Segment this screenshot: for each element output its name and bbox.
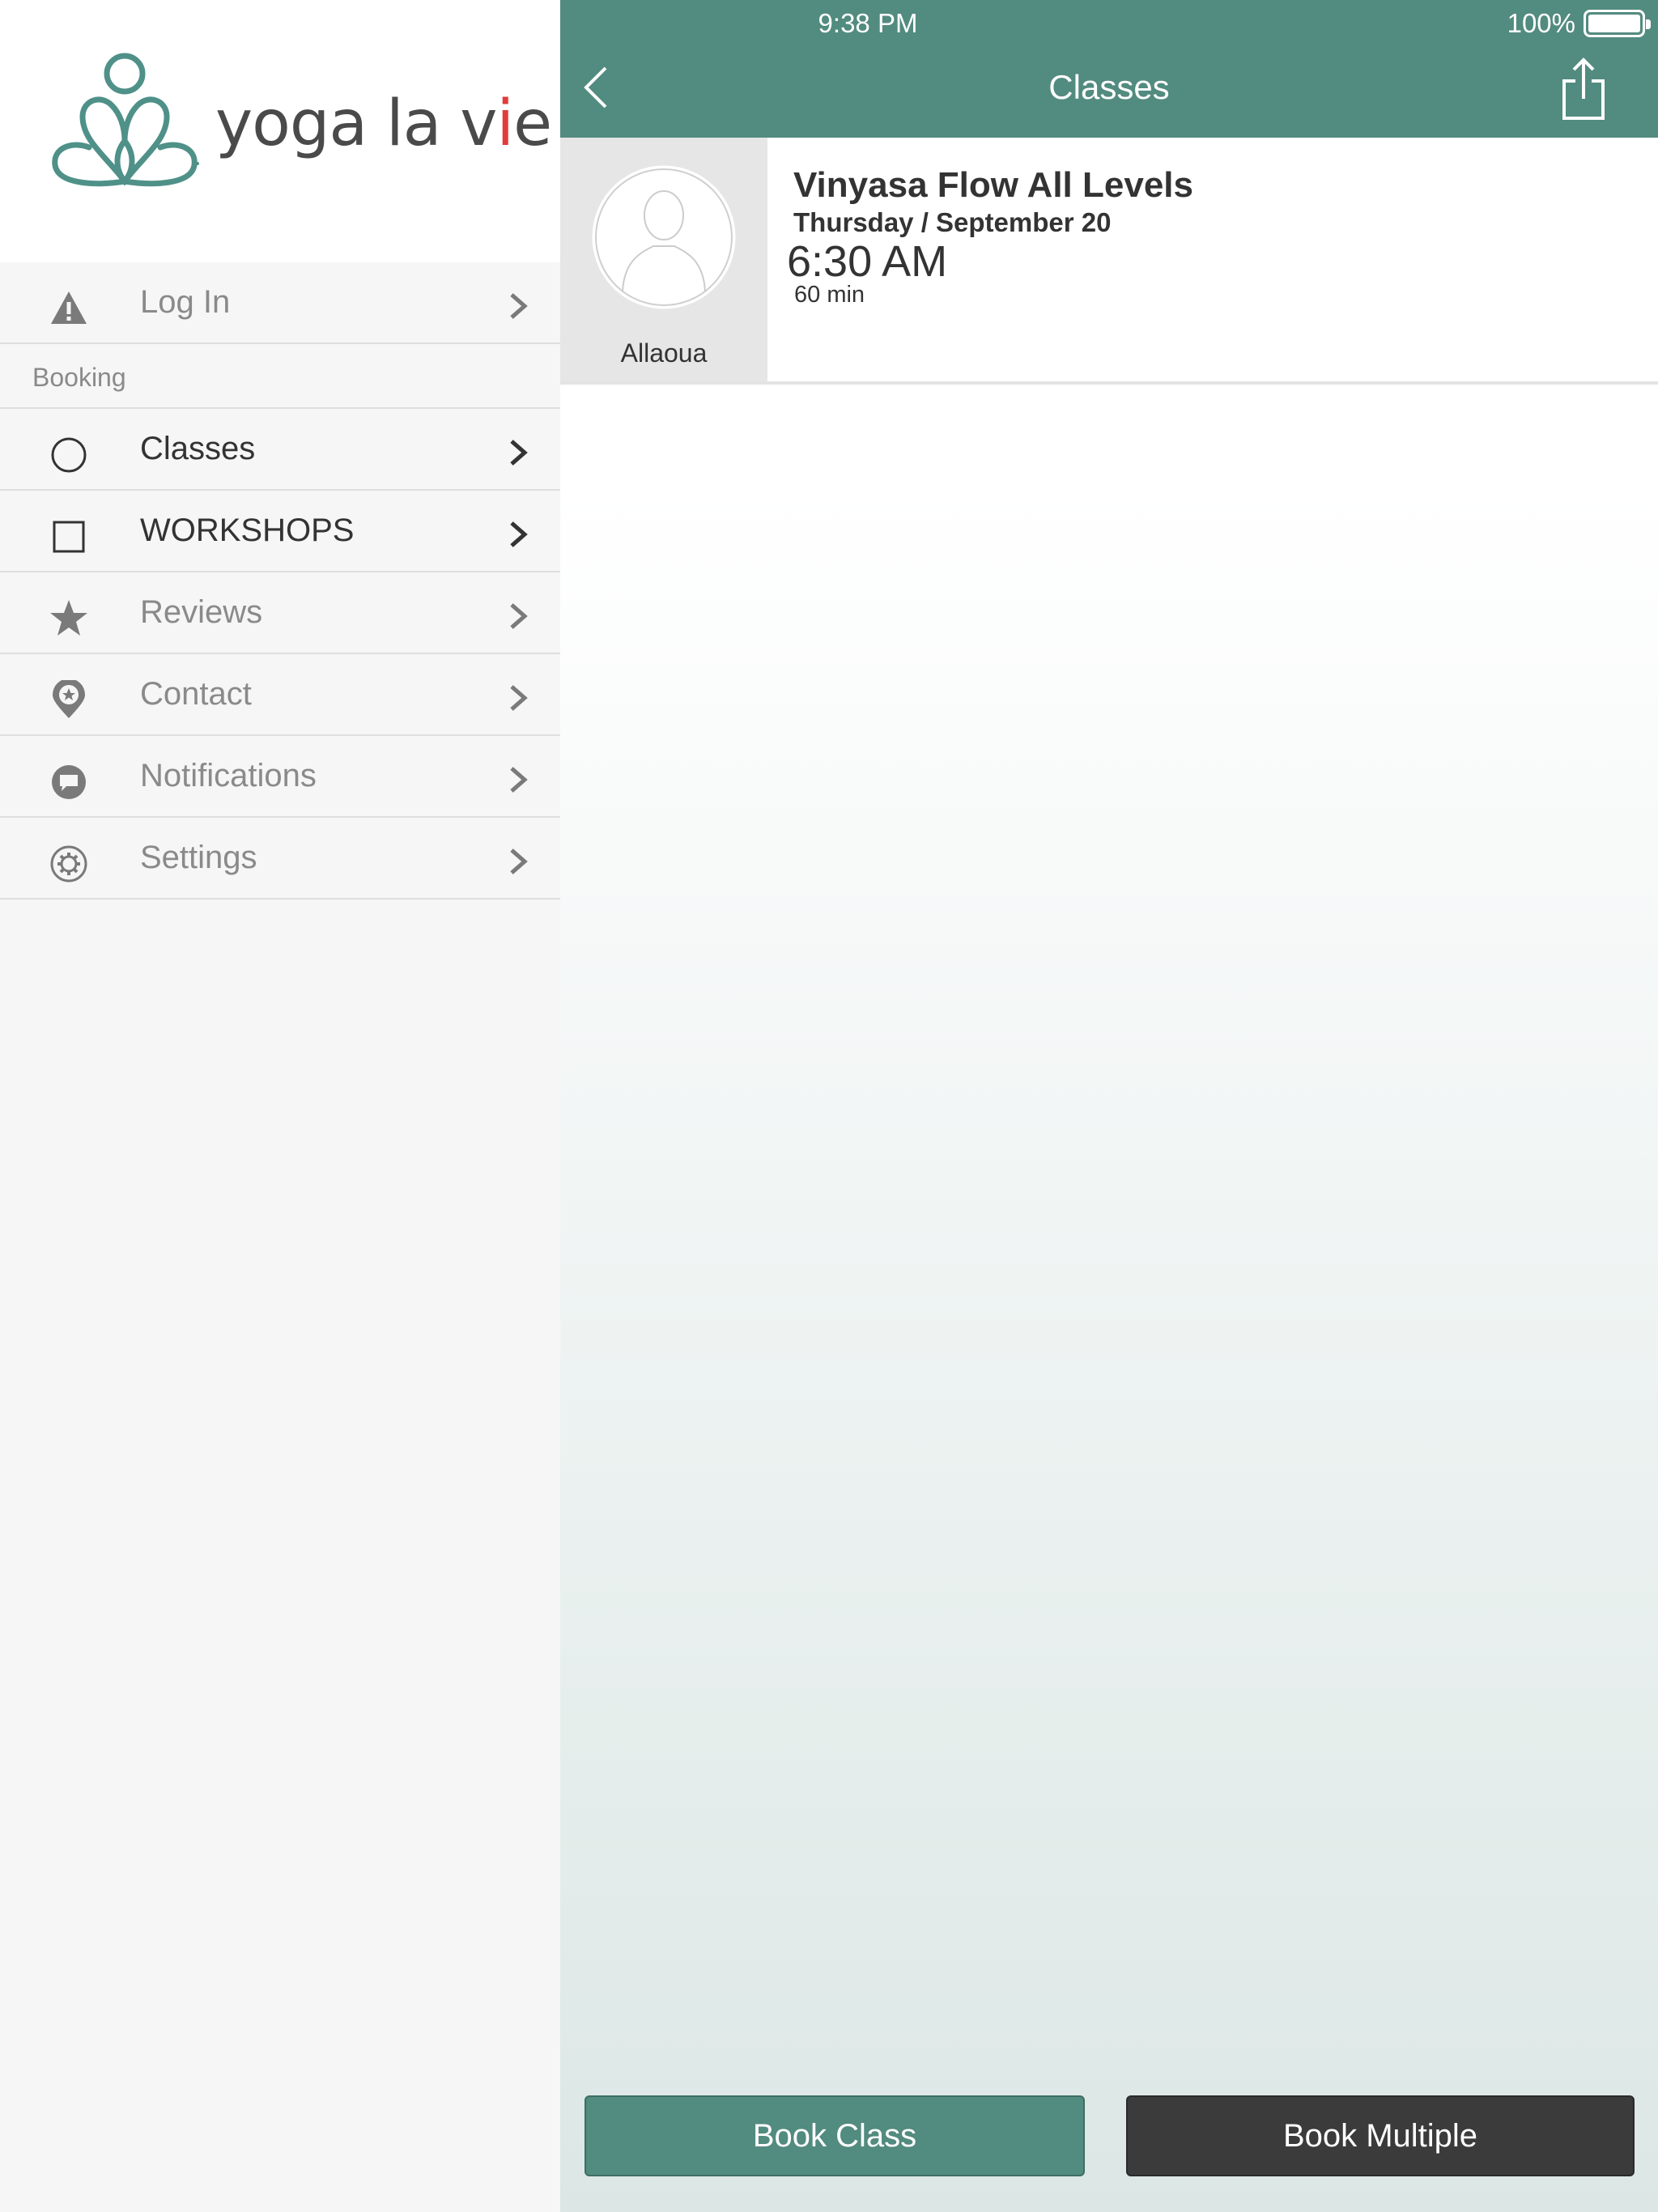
sidebar: yoga la vie Log In Booking Classes WORKS… xyxy=(0,0,560,2212)
chevron-right-icon xyxy=(510,293,528,319)
sidebar-item-label: WORKSHOPS xyxy=(140,513,355,548)
chevron-right-icon xyxy=(510,603,528,629)
sidebar-item-notifications[interactable]: Notifications xyxy=(0,736,560,818)
sidebar-item-login[interactable]: Log In xyxy=(0,262,560,344)
book-class-button[interactable]: Book Class xyxy=(585,2095,1085,2176)
sidebar-item-label: Contact xyxy=(140,676,252,712)
share-button[interactable] xyxy=(1558,57,1609,121)
battery-percent: 100% xyxy=(1507,8,1575,38)
sidebar-item-settings[interactable]: Settings xyxy=(0,818,560,900)
sidebar-item-label: Notifications xyxy=(140,758,317,793)
sidebar-item-label: Log In xyxy=(140,284,231,320)
instructor-panel: Allaoua xyxy=(560,138,767,381)
circle-icon xyxy=(51,437,87,473)
logo: yoga la vie xyxy=(0,0,560,262)
class-date: Thursday / September 20 xyxy=(793,207,1112,237)
instructor-name: Allaoua xyxy=(620,338,708,368)
yoga-logo-icon xyxy=(52,53,199,187)
chevron-right-icon xyxy=(510,521,528,547)
class-duration: 60 min xyxy=(794,282,865,308)
chevron-right-icon xyxy=(510,440,528,466)
square-icon xyxy=(53,521,85,553)
main-panel: 9:38 PM 100% Classes Allaoua Vinyasa Flo… xyxy=(560,0,1658,2212)
book-multiple-button[interactable]: Book Multiple xyxy=(1126,2095,1635,2176)
sidebar-item-label: Classes xyxy=(140,431,256,466)
class-title: Vinyasa Flow All Levels xyxy=(793,165,1193,205)
chevron-right-icon xyxy=(510,849,528,874)
warning-icon xyxy=(51,291,87,324)
gear-icon xyxy=(50,845,87,883)
sidebar-item-reviews[interactable]: Reviews xyxy=(0,572,560,654)
status-time: 9:38 PM xyxy=(818,8,918,38)
navigation-bar: 9:38 PM 100% Classes xyxy=(560,0,1658,138)
sidebar-item-workshops[interactable]: WORKSHOPS xyxy=(0,491,560,572)
class-list-item[interactable]: Allaoua Vinyasa Flow All Levels Thursday… xyxy=(560,138,1658,385)
chevron-right-icon xyxy=(510,685,528,711)
sidebar-item-label: Settings xyxy=(140,840,257,875)
sidebar-item-label: Reviews xyxy=(140,594,263,630)
page-title: Classes xyxy=(1048,68,1170,106)
section-heading-booking: Booking xyxy=(32,363,126,392)
sidebar-item-contact[interactable]: Contact xyxy=(0,654,560,736)
map-pin-icon xyxy=(53,680,85,718)
avatar xyxy=(589,163,738,312)
logo-text: yoga la vie xyxy=(215,87,552,160)
class-time: 6:30 AM xyxy=(787,237,948,286)
sidebar-item-classes[interactable]: Classes xyxy=(0,409,560,491)
battery-icon xyxy=(1584,10,1651,37)
chevron-right-icon xyxy=(510,767,528,793)
star-icon xyxy=(50,600,87,636)
chat-bubble-icon xyxy=(52,765,86,799)
